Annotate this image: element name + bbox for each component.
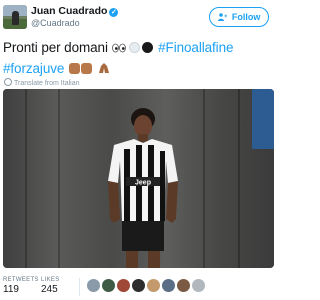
svg-text:Jeep: Jeep	[135, 180, 151, 187]
tweet-photo[interactable]: Jeep	[3, 89, 274, 268]
liker-avatar[interactable]	[147, 279, 160, 292]
retweets-label: RETWEETS	[3, 277, 39, 283]
flexed-biceps-emoji-icon	[68, 63, 80, 74]
photo-wall-seam	[238, 89, 240, 268]
user-handle[interactable]: @Cuadrado	[31, 17, 118, 29]
black-circle-emoji-icon	[142, 42, 154, 53]
flexed-biceps-emoji-icon-2	[80, 63, 92, 74]
translate-link[interactable]: Translate from Italian	[4, 78, 80, 87]
tweet-text-main: Pronti per domani	[3, 40, 112, 55]
tweet-text: Pronti per domani #Finoallafine #forzaju…	[3, 38, 275, 78]
photo-blue-panel	[252, 89, 274, 149]
stats-divider	[79, 278, 80, 296]
white-circle-emoji-icon	[129, 42, 141, 53]
translate-label: Translate from Italian	[14, 80, 80, 87]
photo-wall-seam	[203, 89, 205, 268]
user-name[interactable]: Juan Cuadrado	[31, 5, 107, 17]
liker-avatar[interactable]	[177, 279, 190, 292]
tweet-header: Juan Cuadrado ✓ @Cuadrado Follow	[0, 0, 280, 32]
folded-hands-emoji-icon	[98, 60, 110, 73]
retweets-stat[interactable]: RETWEETS 119	[3, 276, 39, 296]
liker-avatar[interactable]	[117, 279, 130, 292]
user-info: Juan Cuadrado ✓ @Cuadrado	[31, 5, 119, 29]
player-in-jersey-image: Jeep	[108, 108, 178, 268]
hashtag-finoallafine[interactable]: #Finoallafine	[158, 40, 233, 55]
follow-button[interactable]: Follow	[209, 7, 269, 27]
follow-button-label: Follow	[231, 12, 261, 22]
photo-wall-seam	[25, 89, 27, 268]
verified-badge-icon: ✓	[109, 8, 119, 17]
retweets-count: 119	[3, 284, 19, 295]
liker-avatar[interactable]	[102, 279, 115, 292]
likes-stat[interactable]: LIKES 245	[41, 276, 60, 296]
liker-avatar[interactable]	[162, 279, 175, 292]
globe-icon	[4, 78, 12, 86]
hashtag-forzajuve[interactable]: #forzajuve	[3, 61, 64, 76]
likes-count: 245	[41, 284, 58, 295]
photo-wall-seam	[58, 89, 60, 268]
avatar[interactable]	[3, 5, 27, 29]
likes-label: LIKES	[41, 277, 60, 283]
tweet-stats: RETWEETS 119 LIKES 245	[3, 276, 275, 298]
liker-avatar[interactable]	[132, 279, 145, 292]
liker-avatar[interactable]	[87, 279, 100, 292]
add-user-icon	[217, 13, 229, 22]
avatar-person	[12, 11, 19, 25]
eyes-emoji-icon	[111, 43, 129, 55]
liker-avatar[interactable]	[192, 279, 205, 292]
user-name-line[interactable]: Juan Cuadrado ✓	[31, 5, 119, 17]
